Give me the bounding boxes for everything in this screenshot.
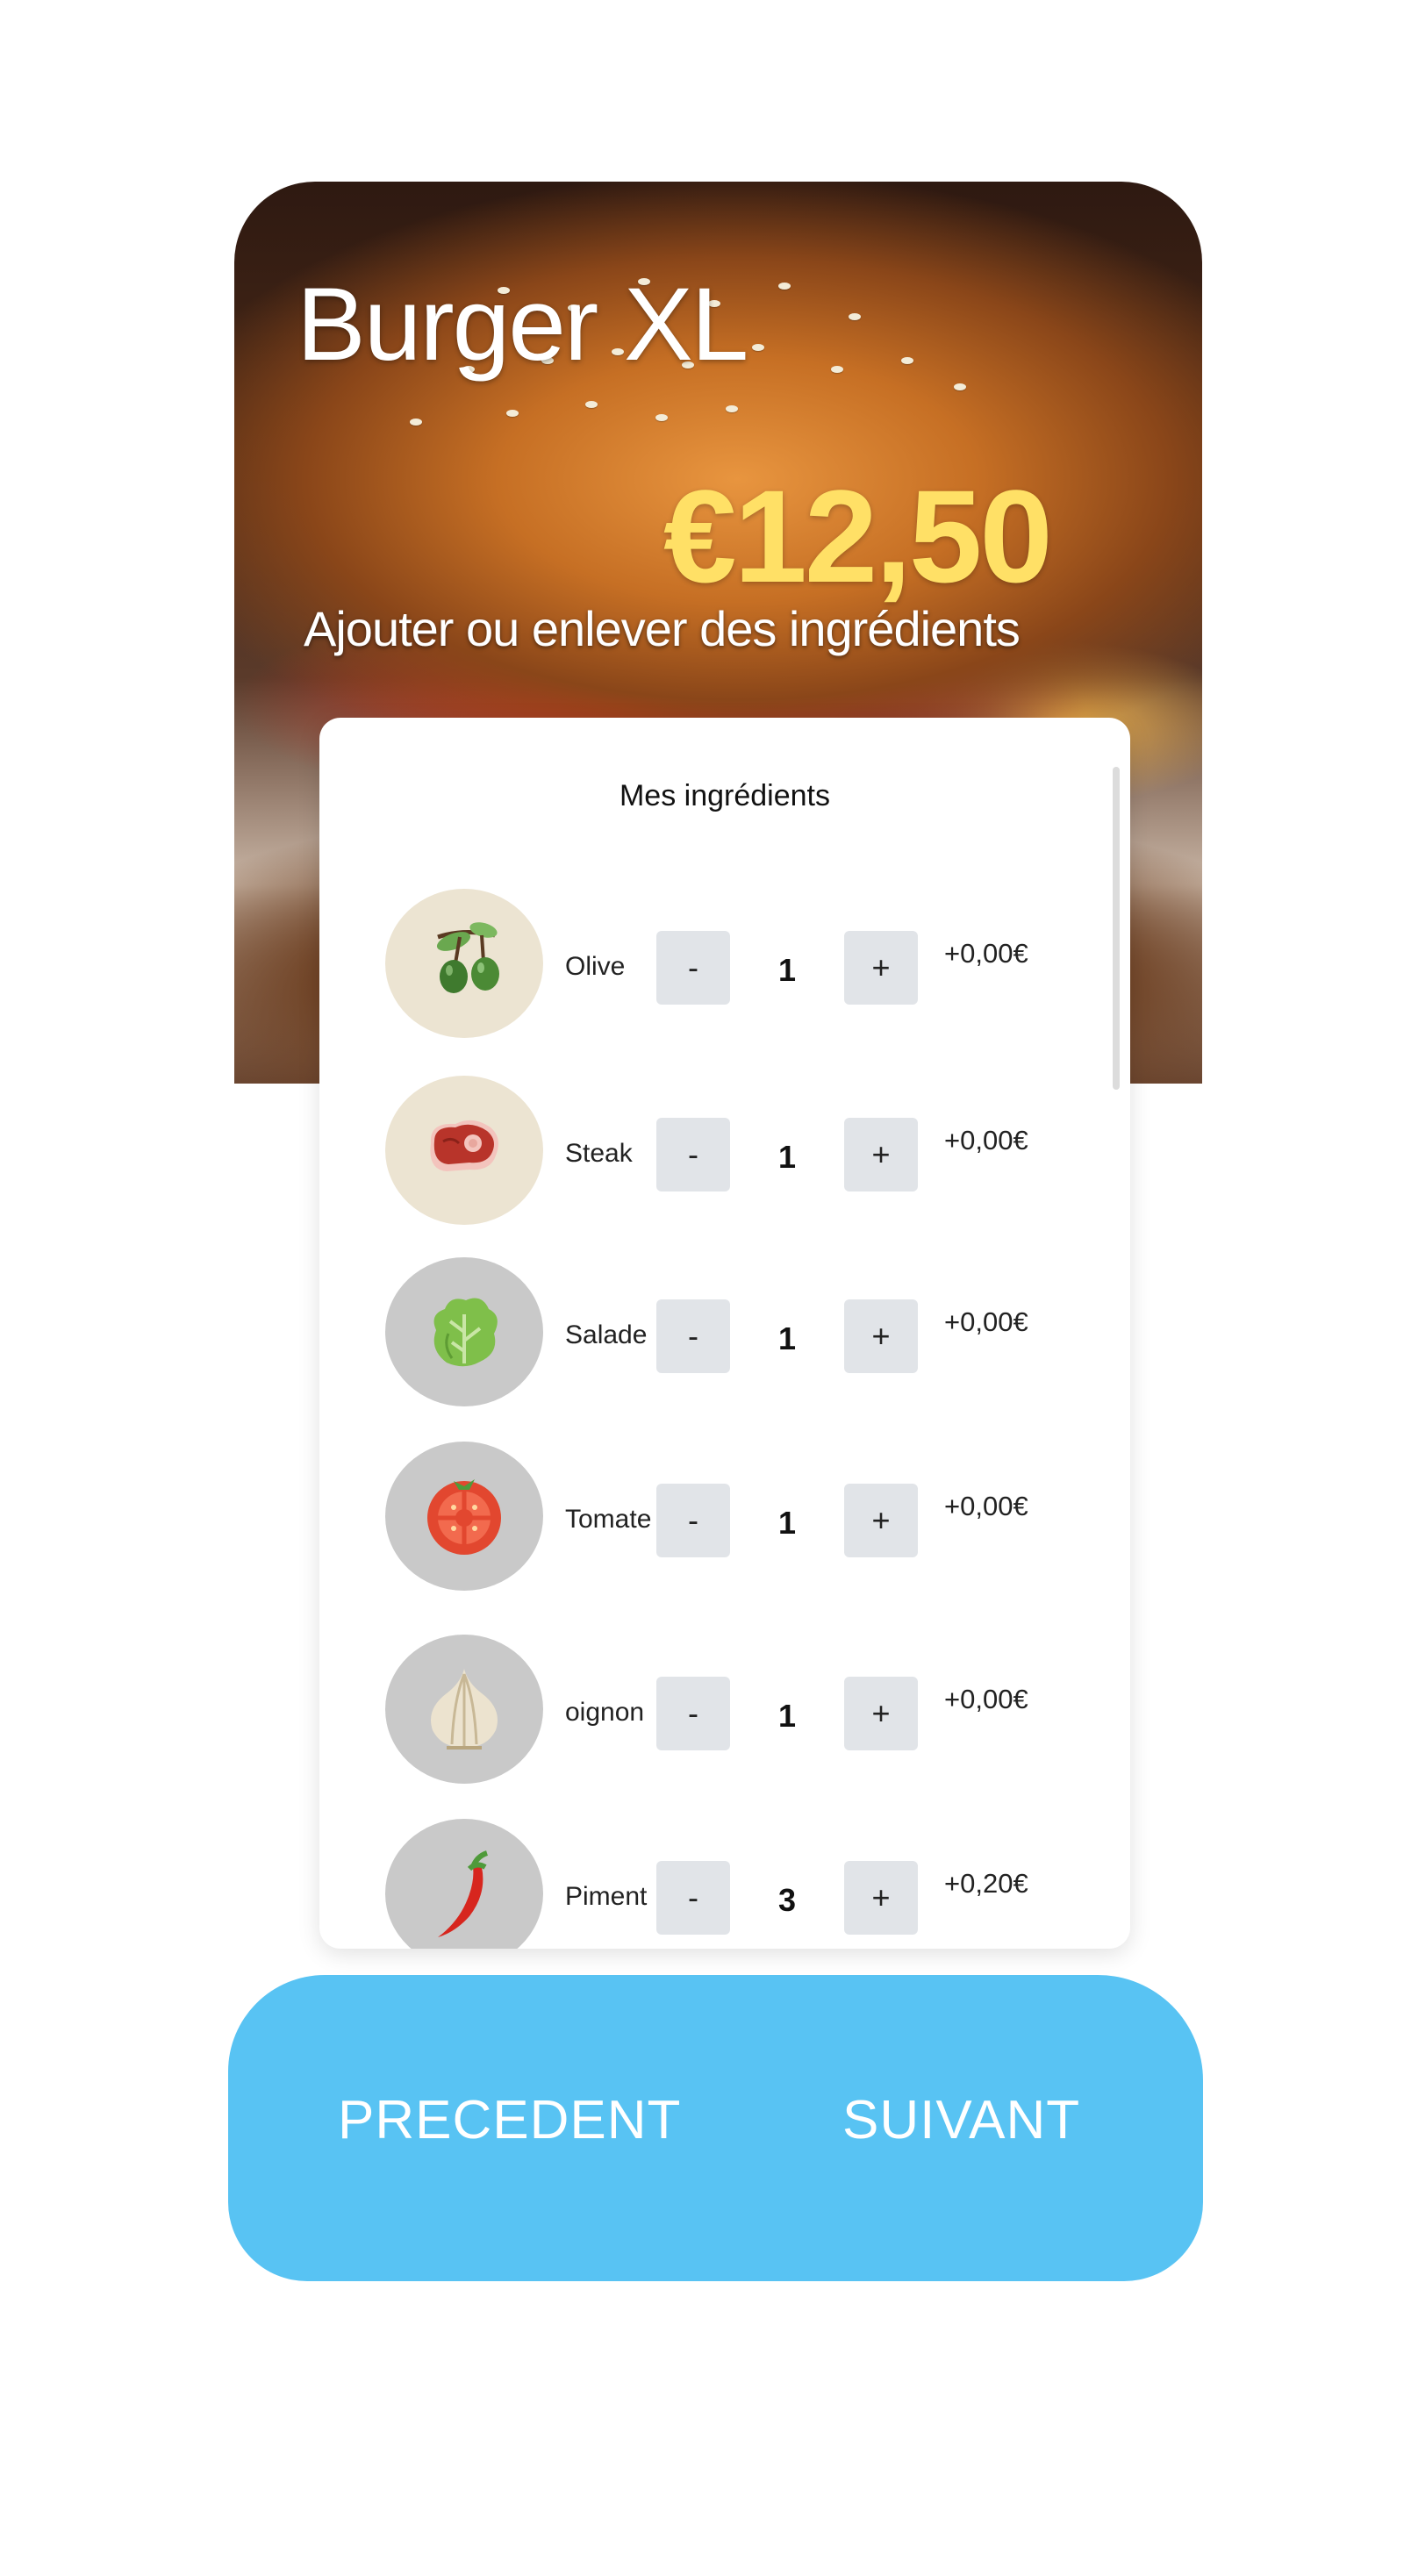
ingredient-quantity: 1 — [777, 1505, 797, 1541]
ingredient-extra-price: +0,20€ — [944, 1868, 1028, 1899]
increase-olive-button[interactable]: + — [844, 931, 918, 1005]
increase-piment-button[interactable]: + — [844, 1861, 918, 1935]
ingredient-row-steak: Steak - 1 + +0,00€ — [319, 1076, 1130, 1234]
ingredient-row-olive: Olive - 1 + +0,00€ — [319, 889, 1130, 1047]
ingredient-name: Steak — [565, 1139, 633, 1168]
tomato-icon — [385, 1442, 543, 1591]
ingredient-extra-price: +0,00€ — [944, 1125, 1028, 1156]
lettuce-icon — [385, 1257, 543, 1406]
ingredient-extra-price: +0,00€ — [944, 1684, 1028, 1714]
ingredient-row-oignon: oignon - 1 + +0,00€ — [319, 1635, 1130, 1792]
ingredient-row-salade: Salade - 1 + +0,00€ — [319, 1257, 1130, 1415]
ingredients-title: Mes ingrédients — [619, 779, 830, 812]
onion-icon — [385, 1635, 543, 1784]
ingredient-extra-price: +0,00€ — [944, 1306, 1028, 1337]
ingredient-extra-price: +0,00€ — [944, 938, 1028, 969]
product-price: €12,50 — [663, 462, 1053, 610]
olive-icon — [385, 889, 543, 1038]
next-button[interactable]: SUIVANT — [842, 2089, 1080, 2151]
ingredient-name: Piment — [565, 1882, 648, 1911]
increase-tomate-button[interactable]: + — [844, 1484, 918, 1557]
increase-steak-button[interactable]: + — [844, 1118, 918, 1191]
ingredient-quantity: 3 — [777, 1882, 797, 1918]
product-title: Burger XL — [297, 267, 748, 383]
ingredient-quantity: 1 — [777, 952, 797, 988]
steak-icon — [385, 1076, 543, 1225]
ingredient-row-piment: Piment - 3 + +0,20€ — [319, 1819, 1130, 1949]
decrease-salade-button[interactable]: - — [656, 1299, 730, 1373]
decrease-oignon-button[interactable]: - — [656, 1677, 730, 1750]
customize-subtitle: Ajouter ou enlever des ingrédients — [304, 601, 1021, 656]
ingredient-name: Salade — [565, 1320, 648, 1349]
ingredient-row-tomate: Tomate - 1 + +0,00€ — [319, 1442, 1130, 1599]
navigation-bar: PRECEDENT SUIVANT — [228, 1975, 1203, 2281]
ingredient-quantity: 1 — [777, 1320, 797, 1356]
ingredient-quantity: 1 — [777, 1698, 797, 1734]
decrease-steak-button[interactable]: - — [656, 1118, 730, 1191]
previous-button[interactable]: PRECEDENT — [338, 2089, 681, 2151]
ingredients-panel: Mes ingrédients Olive - 1 + +0,00€ Steak… — [319, 718, 1130, 1949]
increase-salade-button[interactable]: + — [844, 1299, 918, 1373]
ingredient-name: Olive — [565, 952, 626, 981]
decrease-olive-button[interactable]: - — [656, 931, 730, 1005]
chili-icon — [385, 1819, 543, 1949]
decrease-tomate-button[interactable]: - — [656, 1484, 730, 1557]
ingredient-name: Tomate — [565, 1505, 652, 1534]
ingredient-extra-price: +0,00€ — [944, 1491, 1028, 1521]
ingredient-quantity: 1 — [777, 1139, 797, 1175]
decrease-piment-button[interactable]: - — [656, 1861, 730, 1935]
ingredient-name: oignon — [565, 1698, 645, 1727]
increase-oignon-button[interactable]: + — [844, 1677, 918, 1750]
